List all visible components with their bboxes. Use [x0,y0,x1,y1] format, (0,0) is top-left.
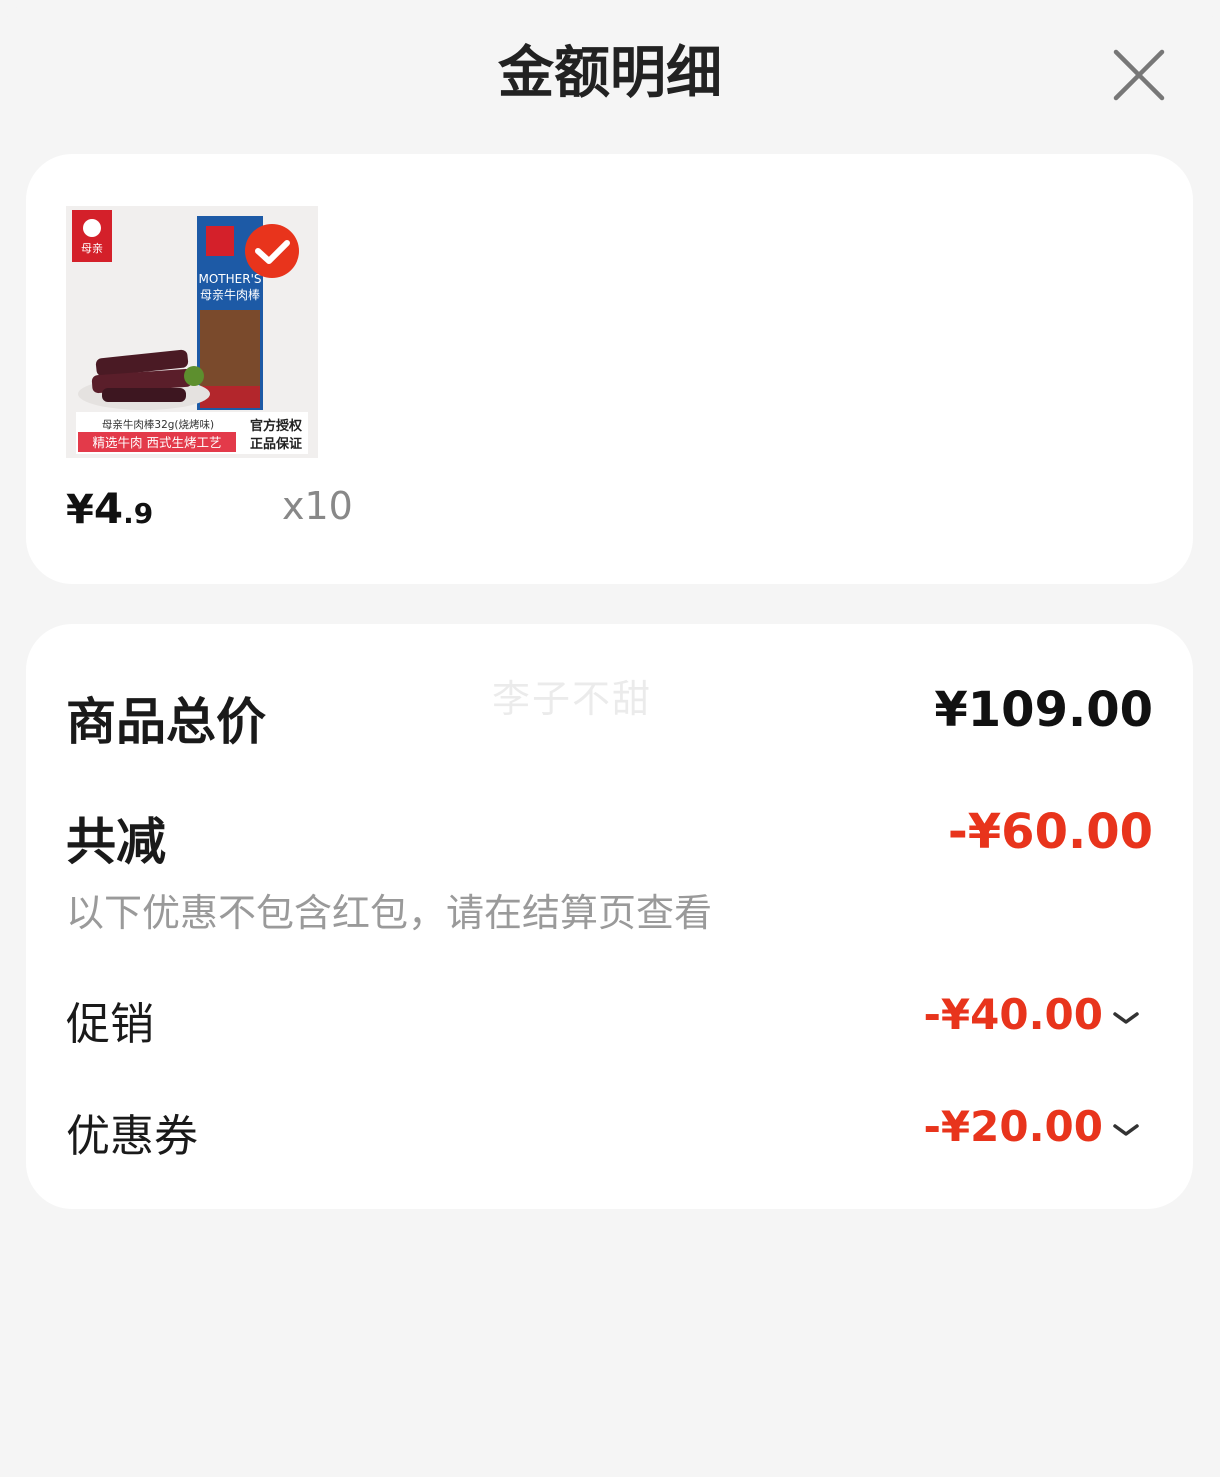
page-title: 金额明细 [498,41,722,106]
close-icon [1113,49,1165,101]
product-quantity: x10 [282,484,353,528]
discount-note: 以下优惠不包含红包，请在结算页查看 [66,891,713,935]
coupon-value: -¥20.00 [923,1102,1103,1151]
promotion-row-value[interactable]: -¥40.00 [923,990,1141,1039]
promotion-value: -¥40.00 [923,990,1103,1039]
summary-card: 李子不甜 商品总价 ¥109.00 共减 -¥60.00 以下优惠不包含红包，请… [26,624,1193,1209]
discount-label: 共减 [66,813,166,871]
subtotal-label: 商品总价 [66,693,266,751]
price-integer: 4 [93,484,124,533]
image-caption-text: 母亲牛肉棒32g(烧烤味) [102,418,214,431]
subtotal-value: ¥109.00 [934,682,1153,738]
image-slogan-text: 精选牛肉 西式生烤工艺 [93,435,222,450]
amount-detail-sheet: 金额明细 母亲 MOTHER'S 母亲牛肉棒 母亲牛肉棒32g(烧烤味) 精选牛… [0,0,1220,1477]
close-button[interactable] [1108,44,1170,106]
price-currency: ¥ [66,487,94,533]
price-decimal: .9 [123,497,154,530]
promotion-label: 促销 [66,999,154,1050]
product-image[interactable]: 母亲 MOTHER'S 母亲牛肉棒 母亲牛肉棒32g(烧烤味) 精选牛肉 西式生… [66,206,318,458]
watermark: 李子不甜 [492,677,653,721]
coupon-row-value[interactable]: -¥20.00 [923,1102,1141,1151]
product-price: ¥4.9 [66,484,153,533]
chevron-down-icon [1113,1011,1139,1024]
discount-total-value: -¥60.00 [947,804,1153,860]
image-badge-line2: 正品保证 [250,436,302,452]
image-name-text: 母亲牛肉棒 [200,287,260,302]
product-card: 母亲 MOTHER'S 母亲牛肉棒 母亲牛肉棒32g(烧烤味) 精选牛肉 西式生… [26,154,1193,584]
image-badge-line1: 官方授权 [250,418,303,434]
image-brand-en-text: MOTHER'S [199,272,262,286]
chevron-down-icon [1113,1123,1139,1136]
image-brand-text: 母亲 [81,241,103,255]
coupon-label: 优惠券 [66,1111,198,1162]
